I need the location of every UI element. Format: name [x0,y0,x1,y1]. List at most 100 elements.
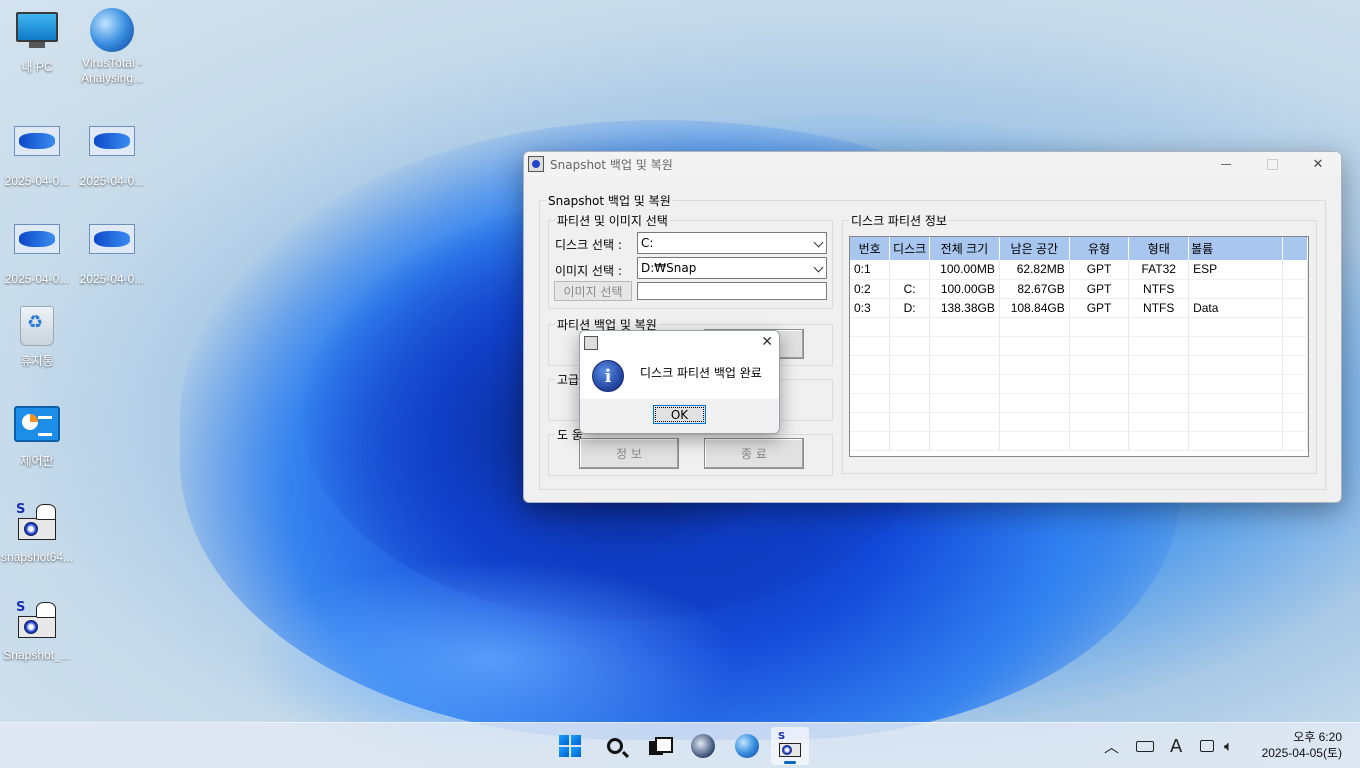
image-select-value: D:₩Snap [641,261,697,275]
speaker-icon: 🔈︎ [1224,737,1234,755]
control-panel-icon [13,406,61,450]
desktop-icon-label: 2025-04-0... [4,272,70,286]
column-header[interactable]: 볼륨 [1188,237,1284,260]
cell-format: NTFS [1128,279,1190,299]
taskbar: S ︿ A 🔈︎ 오후 6:20 2025-04-05(토) [0,722,1360,768]
desktop-icon-label: 2025-04-0... [79,272,145,286]
show-hidden-icons[interactable]: ︿ [1104,723,1119,768]
desktop-icon-label: Snapshot_... [3,648,71,662]
dialog-footer: OK [580,399,779,433]
desktop-icon-screenshot-1[interactable]: 2025-04-0... [0,118,74,189]
cell-filler [1282,298,1308,318]
image-select-button[interactable]: 이미지 선택 [554,281,632,301]
chevron-down-icon [813,237,824,248]
cell-free-space: 108.84GB [999,298,1070,318]
windows-logo-icon [559,735,581,757]
empty-row [850,336,1308,356]
desktop-icon-screenshot-3[interactable]: 2025-04-0... [0,216,74,287]
desktop-icon-label: 휴지통 [20,354,54,368]
dialog-titlebar[interactable]: ✕ [580,331,779,355]
cell-total-size: 138.38GB [929,298,1000,318]
chevron-up-icon: ︿ [1104,737,1120,756]
cell-format: FAT32 [1128,260,1190,280]
column-header[interactable]: 유형 [1069,237,1130,260]
task-view-button[interactable] [640,727,678,765]
desktop-icon-control-panel[interactable]: 제어판 [0,402,74,469]
cell-filler [1282,260,1308,280]
empty-row [850,431,1308,451]
network-icon [1200,740,1214,752]
keyboard-tray[interactable] [1136,723,1154,768]
image-select-label: 이미지 선택 : [555,264,622,278]
info-icon: i [592,360,624,392]
info-button[interactable]: 정 보 [579,438,679,469]
ime-indicator[interactable]: A [1170,723,1182,768]
column-header[interactable]: 전체 크기 [929,237,1000,260]
cell-number: 0:2 [850,279,891,299]
desktop-icon-virustotal[interactable]: VirusTotal - Analysing... [75,8,149,86]
cell-volume: ESP [1188,260,1284,280]
close-button[interactable] [1295,152,1341,176]
table-header-row: 번호 디스크 전체 크기 남은 공간 유형 형태 볼륨 [850,237,1308,260]
column-header[interactable]: 번호 [850,237,891,260]
clock-time: 오후 6:20 [1293,730,1342,744]
table-row[interactable]: 0:3 D: 138.38GB 108.84GB GPT NTFS Data [850,298,1308,318]
desktop-icon-screenshot-4[interactable]: 2025-04-0... [75,216,149,287]
column-header[interactable]: 형태 [1128,237,1190,260]
image-file-icon [13,224,61,268]
taskbar-app-avatar[interactable] [684,727,722,765]
snapshot-app-icon: S [777,731,803,759]
app-icon [584,336,598,350]
dialog-message: 디스크 파티션 백업 완료 [640,366,762,380]
desktop-icon-label: 2025-04-0... [4,174,70,188]
cell-disk: D: [889,298,930,318]
column-header[interactable]: 디스크 [889,237,930,260]
ok-button[interactable]: OK [653,405,706,424]
desktop-icon-label: snapshot64... [0,550,74,564]
cell-type: GPT [1069,279,1130,299]
chevron-down-icon [813,262,824,273]
clock[interactable]: 오후 6:20 2025-04-05(토) [1262,729,1342,761]
cell-free-space: 82.67GB [999,279,1070,299]
image-select[interactable]: D:₩Snap [637,257,827,279]
desktop-icon-recycle-bin[interactable]: 휴지통 [0,304,74,369]
desktop-icon-this-pc[interactable]: 내 PC [0,8,74,75]
message-dialog: ✕ i 디스크 파티션 백업 완료 OK [579,330,780,434]
desktop-icon-snapshot64[interactable]: S snapshot64... [0,500,74,565]
volume-tray[interactable]: 🔈︎ [1224,723,1233,768]
snapshot-app-icon: S [13,502,61,546]
ime-label: A [1170,735,1183,757]
desktop-icon-label: 내 PC [21,60,53,74]
taskbar-app-globe[interactable] [728,727,766,765]
disk-select[interactable]: C: [637,232,827,254]
dialog-body: i 디스크 파티션 백업 완료 [580,355,779,401]
column-header[interactable]: 남은 공간 [999,237,1070,260]
clock-date: 2025-04-05(토) [1261,746,1342,760]
cell-filler [1282,279,1308,299]
cell-number: 0:1 [850,260,891,280]
exit-button[interactable]: 종 료 [704,438,804,469]
image-file-icon [88,126,136,170]
image-file-icon [13,126,61,170]
desktop-icon-snapshot[interactable]: S Snapshot_... [0,598,74,663]
cell-format: NTFS [1128,298,1190,318]
dialog-close-icon[interactable]: ✕ [761,334,773,350]
empty-row [850,317,1308,337]
table-row[interactable]: 0:1 100.00MB 62.82MB GPT FAT32 ESP [850,260,1308,280]
cell-number: 0:3 [850,298,891,318]
minimize-button[interactable] [1203,152,1249,176]
snapshot-window: Snapshot 백업 및 복원 Snapshot 백업 및 복원 파티션 및 … [523,151,1342,503]
recycle-bin-icon [13,306,61,350]
start-button[interactable] [551,727,589,765]
taskbar-app-snapshot[interactable]: S [771,727,809,765]
network-tray[interactable] [1200,723,1214,768]
partition-group-label: 파티션 및 이미지 선택 [557,214,668,228]
empty-row [850,355,1308,375]
desktop-icon-screenshot-2[interactable]: 2025-04-0... [75,118,149,189]
partition-list[interactable]: 번호 디스크 전체 크기 남은 공간 유형 형태 볼륨 0:1 100.00MB… [849,236,1309,457]
search-button[interactable] [596,727,634,765]
globe-icon [735,734,759,758]
table-row[interactable]: 0:2 C: 100.00GB 82.67GB GPT NTFS [850,279,1308,299]
image-path-field[interactable] [637,282,827,300]
desktop-icon-label: VirusTotal - Analysing... [80,56,144,85]
